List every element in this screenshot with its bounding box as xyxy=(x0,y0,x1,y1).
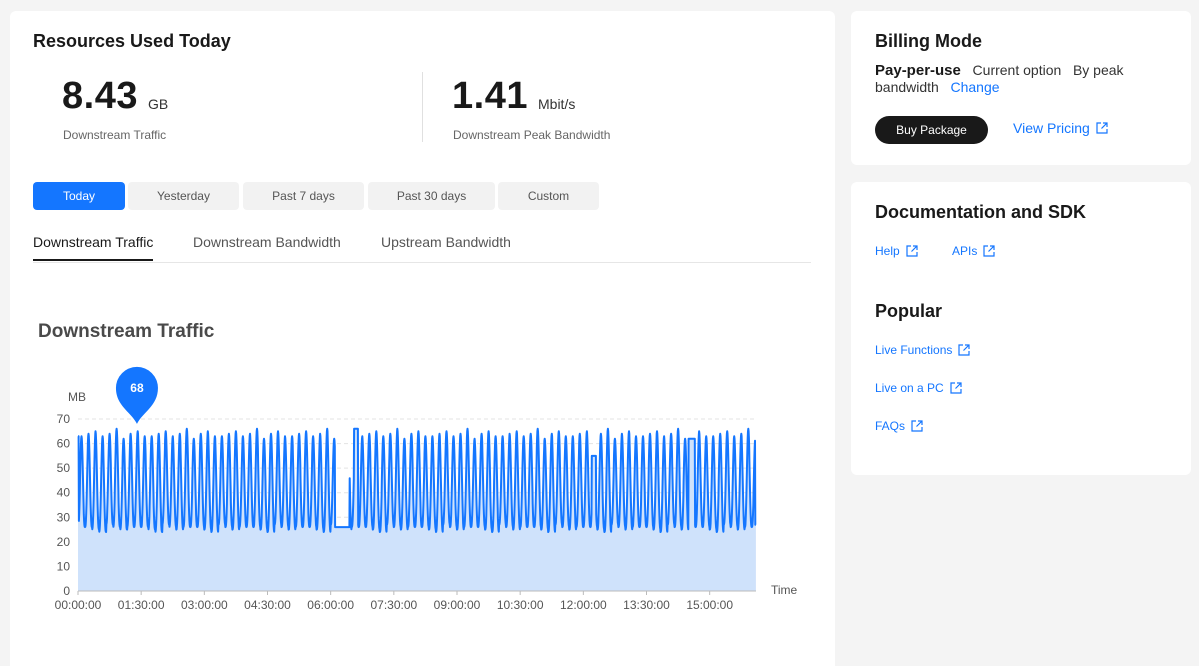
y-axis-label: MB xyxy=(68,390,86,404)
change-link[interactable]: Change xyxy=(951,79,1000,95)
external-link-icon xyxy=(906,245,918,257)
peak-marker-pin xyxy=(115,366,158,424)
y-tick-label: 30 xyxy=(57,510,71,524)
x-tick-label: 06:00:00 xyxy=(307,598,354,612)
help-link[interactable]: Help xyxy=(875,244,918,258)
y-tick-label: 40 xyxy=(57,486,71,500)
x-tick-label: 15:00:00 xyxy=(686,598,733,612)
billing-card: Billing Mode Pay-per-use Current option … xyxy=(851,11,1191,165)
live-on-pc-link[interactable]: Live on a PC xyxy=(875,381,962,395)
docs-title: Documentation and SDK xyxy=(875,202,1087,222)
help-label: Help xyxy=(875,244,900,258)
view-pricing-link[interactable]: View Pricing xyxy=(1013,120,1108,136)
billing-mode-line: Pay-per-use Current option By peak bandw… xyxy=(875,62,1155,96)
x-tick-label: 01:30:00 xyxy=(118,598,165,612)
external-link-icon xyxy=(983,245,995,257)
x-tick-label: 09:00:00 xyxy=(434,598,481,612)
x-axis-label: Time xyxy=(771,583,798,597)
external-link-icon xyxy=(950,382,962,394)
apis-label: APIs xyxy=(952,244,978,258)
x-tick-label: 12:00:00 xyxy=(560,598,607,612)
y-tick-label: 60 xyxy=(57,437,71,451)
popular-title: Popular xyxy=(875,301,943,321)
apis-link[interactable]: APIs xyxy=(952,244,995,258)
x-tick-label: 10:30:00 xyxy=(497,598,544,612)
traffic-chart: 0 10 20 30 40 50 60 70 MB Time 00:00:00 01:30:00 03:… xyxy=(55,366,798,612)
resources-card: Resources Used Today 8.43 GB Downstream … xyxy=(10,11,835,666)
peak-marker-label: 68 xyxy=(130,381,144,395)
y-tick-label: 10 xyxy=(57,559,71,573)
faqs-label: FAQs xyxy=(875,419,906,433)
faqs-link[interactable]: FAQs xyxy=(875,419,923,433)
billing-mode: Pay-per-use xyxy=(875,62,961,79)
y-tick-label: 70 xyxy=(57,412,71,426)
external-link-icon xyxy=(911,420,923,432)
x-tick-label: 00:00:00 xyxy=(55,598,102,612)
billing-title: Billing Mode xyxy=(875,31,982,51)
live-on-pc-label: Live on a PC xyxy=(875,381,944,395)
x-tick-label: 13:30:00 xyxy=(623,598,670,612)
docs-card: Documentation and SDK Help APIs Popular … xyxy=(851,182,1191,475)
y-tick-label: 20 xyxy=(57,535,71,549)
y-tick-label: 50 xyxy=(57,461,71,475)
y-tick-label: 0 xyxy=(63,584,70,598)
live-functions-label: Live Functions xyxy=(875,343,953,357)
x-tick-label: 07:30:00 xyxy=(370,598,417,612)
x-tick-label: 04:30:00 xyxy=(244,598,291,612)
external-link-icon xyxy=(1096,122,1108,134)
buy-package-button[interactable]: Buy Package xyxy=(875,116,988,144)
billing-current: Current option xyxy=(972,62,1062,78)
x-tick-label: 03:00:00 xyxy=(181,598,228,612)
live-functions-link[interactable]: Live Functions xyxy=(875,343,970,357)
external-link-icon xyxy=(958,344,970,356)
view-pricing-label: View Pricing xyxy=(1013,120,1090,136)
